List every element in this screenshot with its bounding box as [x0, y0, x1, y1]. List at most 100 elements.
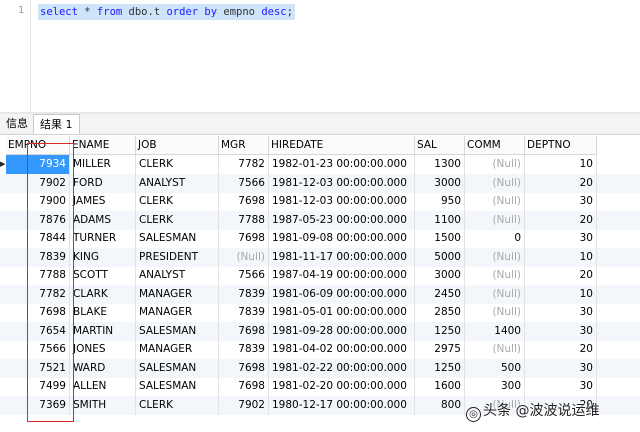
cell-hiredate[interactable]: 1981-09-28 00:00:00.000 [269, 321, 415, 341]
table-row[interactable]: 7902 FORD ANALYST 7566 1981-12-03 00:00:00.0… [0, 173, 640, 193]
cell-mgr[interactable]: 7902 [219, 395, 269, 415]
cell-sal[interactable]: 1250 [415, 358, 465, 378]
cell-job[interactable]: CLERK [136, 395, 219, 415]
cell-comm[interactable]: (Null) [465, 303, 525, 322]
cell-job[interactable]: PRESIDENT [136, 247, 219, 267]
cell-mgr[interactable]: 7698 [219, 192, 269, 211]
cell-job[interactable]: ANALYST [136, 266, 219, 285]
tab-info[interactable]: 信息 [0, 114, 34, 133]
cell-deptno[interactable]: 10 [525, 155, 597, 174]
cell-sal[interactable]: 800 [415, 395, 465, 415]
cell-comm[interactable]: (Null) [465, 266, 525, 285]
sql-query-line[interactable]: select * from dbo.t order by empno desc; [38, 4, 295, 20]
cell-sal[interactable]: 5000 [415, 247, 465, 267]
column-header-comm[interactable]: COMM [465, 136, 525, 155]
cell-job[interactable]: CLERK [136, 155, 219, 174]
column-header-deptno[interactable]: DEPTNO [525, 136, 597, 155]
cell-job[interactable]: CLERK [136, 192, 219, 211]
cell-ename[interactable]: MILLER [70, 155, 136, 174]
cell-deptno[interactable]: 10 [525, 284, 597, 304]
cell-mgr[interactable]: 7698 [219, 377, 269, 396]
cell-deptno[interactable]: 30 [525, 192, 597, 211]
cell-empno[interactable]: 7788 [6, 266, 70, 285]
cell-sal[interactable]: 2450 [415, 284, 465, 304]
cell-empno[interactable]: 7900 [6, 192, 70, 211]
cell-hiredate[interactable]: 1981-06-09 00:00:00.000 [269, 284, 415, 304]
cell-ename[interactable]: JONES [70, 340, 136, 359]
cell-ename[interactable]: CLARK [70, 284, 136, 304]
cell-hiredate[interactable]: 1981-05-01 00:00:00.000 [269, 303, 415, 322]
table-row[interactable]: 7566 JONES MANAGER 7839 1981-04-02 00:00:00.… [0, 340, 640, 359]
cell-deptno[interactable]: 20 [525, 340, 597, 359]
table-row[interactable]: 7654 MARTIN SALESMAN 7698 1981-09-28 00:00:0… [0, 321, 640, 341]
cell-hiredate[interactable]: 1980-12-17 00:00:00.000 [269, 395, 415, 415]
column-header-empno[interactable]: EMPNO [6, 136, 70, 155]
cell-ename[interactable]: WARD [70, 358, 136, 378]
cell-mgr[interactable]: 7839 [219, 303, 269, 322]
cell-comm[interactable]: (Null) [465, 247, 525, 267]
sql-editor[interactable]: 1 select * from dbo.t order by empno des… [0, 0, 640, 112]
cell-comm[interactable]: 1400 [465, 321, 525, 341]
column-header-ename[interactable]: ENAME [70, 136, 136, 155]
cell-ename[interactable]: SMITH [70, 395, 136, 415]
cell-empno[interactable]: 7566 [6, 340, 70, 359]
table-row[interactable]: 7521 WARD SALESMAN 7698 1981-02-22 00:00:00.… [0, 358, 640, 378]
column-header-mgr[interactable]: MGR [219, 136, 269, 155]
table-row[interactable]: 7499 ALLEN SALESMAN 7698 1981-02-20 00:00:00… [0, 377, 640, 396]
cell-sal[interactable]: 1100 [415, 210, 465, 230]
cell-hiredate[interactable]: 1981-12-03 00:00:00.000 [269, 173, 415, 193]
cell-job[interactable]: CLERK [136, 210, 219, 230]
table-row[interactable]: 7876 ADAMS CLERK 7788 1987-05-23 00:00:00.00… [0, 210, 640, 230]
cell-hiredate[interactable]: 1981-02-20 00:00:00.000 [269, 377, 415, 396]
column-header-sal[interactable]: SAL [415, 136, 465, 155]
cell-ename[interactable]: FORD [70, 173, 136, 193]
cell-ename[interactable]: MARTIN [70, 321, 136, 341]
cell-sal[interactable]: 950 [415, 192, 465, 211]
cell-mgr[interactable]: 7698 [219, 229, 269, 248]
cell-empno[interactable]: 7521 [6, 358, 70, 378]
cell-empno[interactable]: 7369 [6, 395, 70, 415]
cell-empno[interactable]: 7499 [6, 377, 70, 396]
cell-mgr[interactable]: 7839 [219, 284, 269, 304]
cell-empno[interactable]: 7782 [6, 284, 70, 304]
cell-job[interactable]: SALESMAN [136, 358, 219, 378]
cell-mgr[interactable]: 7698 [219, 321, 269, 341]
cell-job[interactable]: ANALYST [136, 173, 219, 193]
cell-hiredate[interactable]: 1981-04-02 00:00:00.000 [269, 340, 415, 359]
cell-sal[interactable]: 2975 [415, 340, 465, 359]
cell-deptno[interactable]: 10 [525, 247, 597, 267]
cell-ename[interactable]: KING [70, 247, 136, 267]
cell-job[interactable]: SALESMAN [136, 229, 219, 248]
table-row[interactable]: 7900 JAMES CLERK 7698 1981-12-03 00:00:00.00… [0, 192, 640, 211]
cell-comm[interactable]: (Null) [465, 155, 525, 174]
cell-hiredate[interactable]: 1982-01-23 00:00:00.000 [269, 155, 415, 174]
cell-comm[interactable]: (Null) [465, 192, 525, 211]
cell-deptno[interactable]: 30 [525, 358, 597, 378]
cell-job[interactable]: SALESMAN [136, 377, 219, 396]
cell-deptno[interactable]: 20 [525, 210, 597, 230]
cell-hiredate[interactable]: 1987-04-19 00:00:00.000 [269, 266, 415, 285]
cell-deptno[interactable]: 30 [525, 321, 597, 341]
cell-comm[interactable]: (Null) [465, 284, 525, 304]
cell-comm[interactable]: (Null) [465, 340, 525, 359]
cell-ename[interactable]: ALLEN [70, 377, 136, 396]
cell-hiredate[interactable]: 1981-02-22 00:00:00.000 [269, 358, 415, 378]
cell-hiredate[interactable]: 1981-09-08 00:00:00.000 [269, 229, 415, 248]
cell-deptno[interactable]: 30 [525, 377, 597, 396]
cell-mgr[interactable]: (Null) [219, 247, 269, 267]
cell-sal[interactable]: 3000 [415, 266, 465, 285]
table-row[interactable]: 7844 TURNER SALESMAN 7698 1981-09-08 00:00:0… [0, 229, 640, 248]
cell-ename[interactable]: ADAMS [70, 210, 136, 230]
cell-empno[interactable]: 7934 [6, 155, 70, 174]
cell-sal[interactable]: 1300 [415, 155, 465, 174]
cell-job[interactable]: MANAGER [136, 303, 219, 322]
cell-job[interactable]: MANAGER [136, 340, 219, 359]
cell-mgr[interactable]: 7698 [219, 358, 269, 378]
cell-deptno[interactable]: 30 [525, 303, 597, 322]
table-row[interactable]: ▶ 7934 MILLER CLERK 7782 1982-01-23 00:00:00.… [0, 155, 640, 174]
cell-ename[interactable]: BLAKE [70, 303, 136, 322]
cell-ename[interactable]: TURNER [70, 229, 136, 248]
cell-comm[interactable]: 0 [465, 229, 525, 248]
cell-deptno[interactable]: 30 [525, 229, 597, 248]
column-header-job[interactable]: JOB [136, 136, 219, 155]
